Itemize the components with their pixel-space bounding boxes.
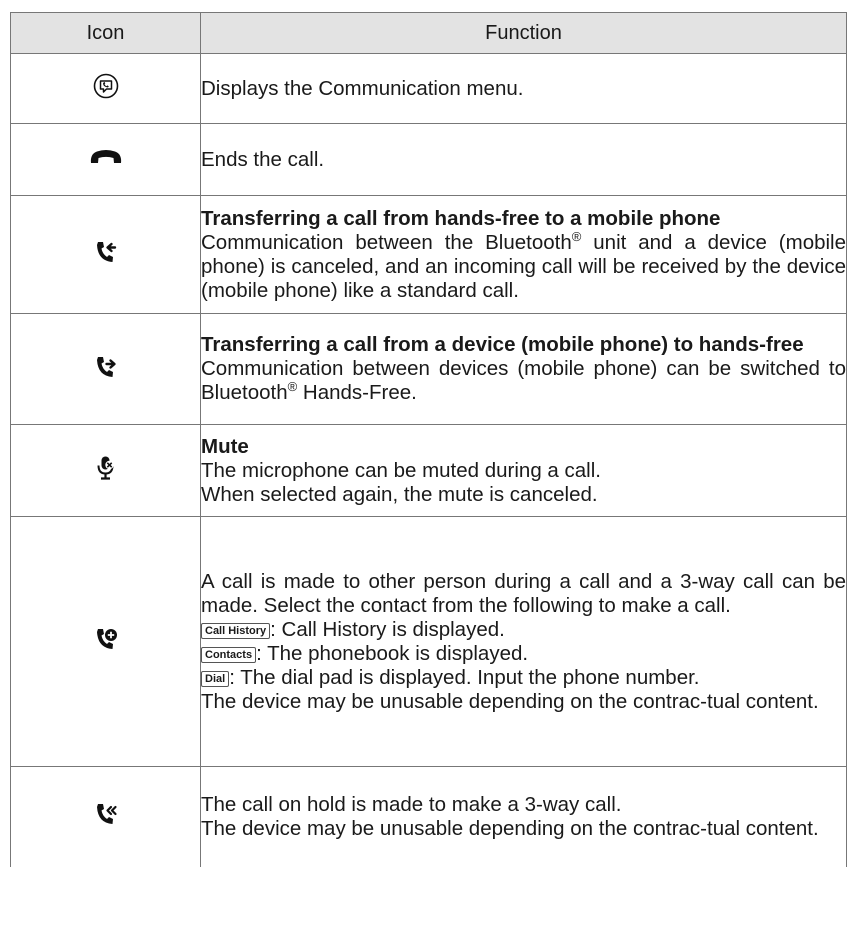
table-row: Transferring a call from a device (mobil…	[10, 313, 847, 425]
function-cell: A call is made to other person during a …	[200, 516, 847, 767]
function-text: Ends the call.	[201, 147, 325, 171]
function-text: The microphone can be muted during a cal…	[201, 458, 601, 482]
table-row: Mute The microphone can be muted during …	[10, 424, 847, 517]
table-row: Transferring a call from hands-free to a…	[10, 195, 847, 314]
function-heading: Transferring a call from hands-free to a…	[201, 206, 721, 230]
transfer-to-phone-icon	[94, 239, 118, 270]
function-cell: Ends the call.	[200, 123, 847, 196]
function-text: When selected again, the mute is cancele…	[201, 482, 598, 506]
registered-mark: ®	[571, 228, 582, 244]
function-text: A call is made to other person during a …	[201, 569, 846, 617]
function-note: The device may be unusable depending on …	[201, 689, 819, 713]
contacts-button[interactable]: Contacts	[201, 646, 257, 663]
table-row: A call is made to other person during a …	[10, 516, 847, 767]
function-note: The device may be unusable depending on …	[201, 816, 819, 840]
function-text: Displays the Communication menu.	[201, 76, 524, 100]
add-call-icon	[94, 626, 118, 657]
function-heading: Mute	[201, 434, 249, 458]
transfer-to-handsfree-icon	[94, 354, 118, 385]
function-heading: Transferring a call from a device (mobil…	[201, 333, 804, 356]
icon-cell	[10, 195, 201, 314]
function-cell: Transferring a call from hands-free to a…	[200, 195, 847, 314]
merge-calls-icon	[94, 801, 118, 832]
option-call-history: Call History: Call History is displayed.	[201, 618, 846, 642]
function-table: Icon Function Displays the Communication…	[10, 12, 847, 867]
icon-cell	[10, 53, 201, 124]
header-function: Function	[200, 12, 847, 54]
registered-mark: ®	[287, 379, 298, 394]
function-cell: The call on hold is made to make a 3-way…	[200, 766, 847, 867]
function-cell: Mute The microphone can be muted during …	[200, 424, 847, 517]
function-cell: Displays the Communication menu.	[200, 53, 847, 124]
header-icon: Icon	[10, 12, 201, 54]
function-text: The call on hold is made to make a 3-way…	[201, 792, 622, 816]
table-header-row: Icon Function	[10, 12, 847, 54]
mute-microphone-icon	[96, 455, 116, 486]
table-row: Ends the call.	[10, 123, 847, 196]
icon-cell	[10, 313, 201, 425]
table-row: The call on hold is made to make a 3-way…	[10, 766, 847, 867]
function-text: Communication between devices (mobile ph…	[201, 357, 846, 404]
dial-button[interactable]: Dial	[201, 670, 230, 687]
option-contacts: Contacts: The phonebook is displayed.	[201, 642, 846, 666]
icon-cell	[10, 123, 201, 196]
call-history-button[interactable]: Call History	[201, 622, 271, 639]
end-call-icon	[89, 148, 123, 171]
option-dial: Dial: The dial pad is displayed. Input t…	[201, 666, 846, 690]
table-row: Displays the Communication menu.	[10, 53, 847, 124]
icon-cell	[10, 766, 201, 867]
function-text: Communication between the Bluetooth® uni…	[201, 228, 847, 302]
function-cell: Transferring a call from a device (mobil…	[200, 313, 847, 425]
icon-cell	[10, 516, 201, 767]
communication-menu-icon	[93, 73, 119, 104]
icon-cell	[10, 424, 201, 517]
